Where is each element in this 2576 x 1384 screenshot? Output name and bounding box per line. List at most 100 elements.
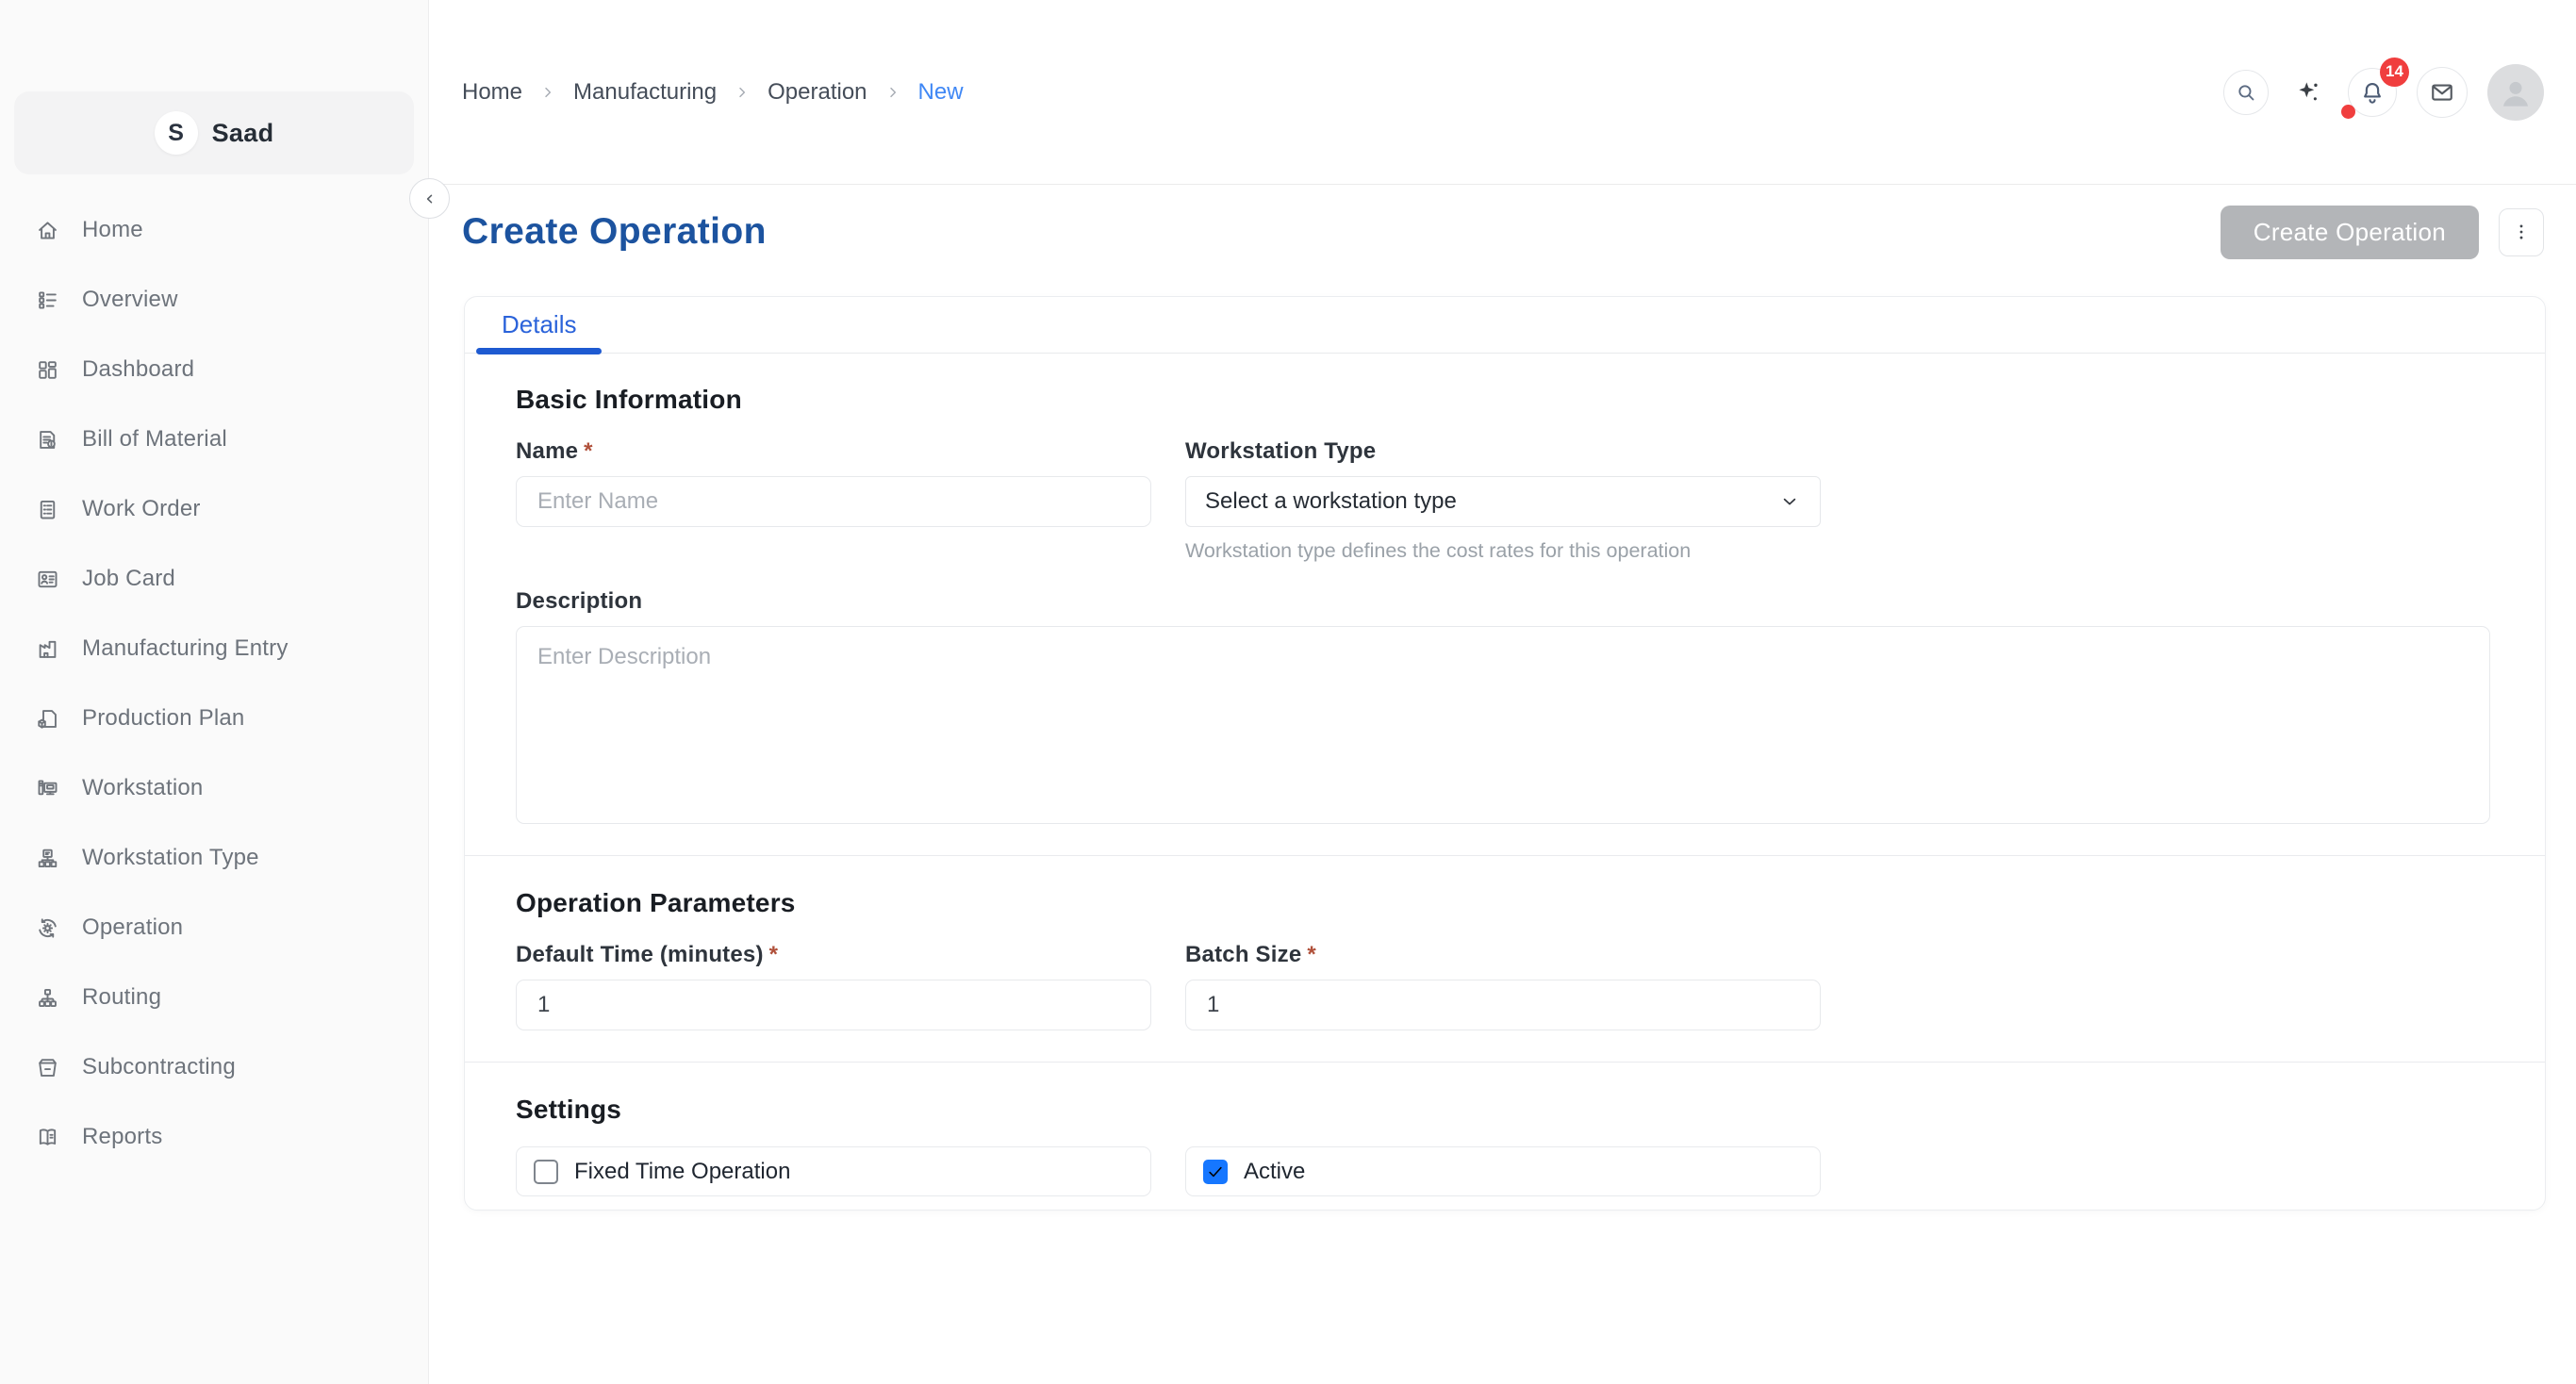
search-button[interactable] [2223,70,2269,115]
default-time-input[interactable] [516,980,1151,1030]
operation-parameters-heading: Operation Parameters [516,856,2488,918]
chevron-right-icon [538,83,557,102]
active-checkbox[interactable]: Active [1185,1146,1821,1196]
page-title: Create Operation [462,211,767,253]
details-card: Details Basic Information Name* Workstat… [464,296,2546,1211]
mail-icon [2428,78,2456,107]
page-header: Create Operation Create Operation [462,202,2544,262]
sidebar-item-bill-of-material[interactable]: Bill of Material [0,404,429,474]
topbar: Home Manufacturing Operation New 14 [429,0,2576,185]
sidebar-item-workstation[interactable]: Workstation [0,753,429,823]
sidebar-item-label: Bill of Material [82,426,227,453]
sidebar-item-work-order[interactable]: Work Order [0,474,429,544]
sidebar-item-label: Overview [82,287,178,313]
active-label: Active [1244,1159,1305,1185]
description-textarea[interactable] [516,626,2490,824]
description-field: Description [516,588,2490,824]
sidebar-item-job-card[interactable]: Job Card [0,544,429,614]
batch-size-field: Batch Size* [1185,942,1821,1030]
bell-icon [2358,78,2386,107]
default-time-label: Default Time (minutes)* [516,942,1151,968]
dashboard-icon [35,357,60,383]
sidebar-item-workstation-type[interactable]: Workstation Type [0,823,429,893]
sidebar-item-label: Operation [82,914,183,941]
name-input[interactable] [516,476,1151,527]
more-options-button[interactable] [2499,208,2544,256]
basic-information-row: Name* Workstation Type Select a workstat… [516,438,2488,563]
breadcrumb-operation[interactable]: Operation [768,79,867,106]
sidebar-item-manufacturing-entry[interactable]: Manufacturing Entry [0,614,429,684]
workstation-type-help-text: Workstation type defines the cost rates … [1185,539,1821,563]
breadcrumb-manufacturing[interactable]: Manufacturing [573,79,717,106]
job-card-icon [35,567,60,592]
user-avatar[interactable] [2487,64,2544,121]
sidebar-item-production-plan[interactable]: Production Plan [0,684,429,753]
messages-button[interactable] [2417,67,2468,118]
sparkles-icon [2292,76,2324,108]
tab-details[interactable]: Details [476,297,602,353]
settings-heading: Settings [516,1063,2488,1125]
workstation-type-icon [35,846,60,871]
notification-count-badge: 14 [2380,58,2409,87]
sidebar-item-overview[interactable]: Overview [0,265,429,335]
required-marker: * [769,942,779,967]
operation-icon [35,915,60,941]
sidebar-item-label: Dashboard [82,356,194,383]
ai-assistant-button[interactable] [2288,73,2328,112]
form-body: Basic Information Name* Workstation Type… [465,354,2545,1228]
chevron-right-icon [883,83,902,102]
sidebar-item-reports[interactable]: Reports [0,1102,429,1172]
name-field: Name* [516,438,1151,563]
check-icon [1205,1162,1226,1182]
workstation-type-field: Workstation Type Select a workstation ty… [1185,438,1821,563]
brand-avatar: S [155,111,198,155]
page-header-actions: Create Operation [2221,206,2544,259]
workstation-icon [35,776,60,801]
required-marker: * [1307,942,1316,967]
brand[interactable]: S Saad [14,91,414,174]
sidebar-item-label: Home [82,217,143,243]
fixed-time-operation-label: Fixed Time Operation [574,1159,790,1185]
routing-icon [35,985,60,1011]
checkbox-unchecked[interactable] [534,1160,558,1184]
fixed-time-operation-checkbox[interactable]: Fixed Time Operation [516,1146,1151,1196]
notifications-button[interactable]: 14 [2348,68,2397,117]
person-icon [2494,71,2537,114]
subcontracting-icon [35,1055,60,1080]
workstation-type-label: Workstation Type [1185,438,1821,465]
breadcrumb-home[interactable]: Home [462,79,522,106]
sidebar-item-subcontracting[interactable]: Subcontracting [0,1032,429,1102]
chevron-down-icon [1778,490,1801,513]
overview-icon [35,288,60,313]
create-operation-button[interactable]: Create Operation [2221,206,2479,259]
workstation-type-selected-value: Select a workstation type [1205,488,1457,515]
chevron-right-icon [733,83,751,102]
name-label: Name* [516,438,1151,465]
sidebar-collapse-button[interactable] [409,178,450,219]
manufacturing-entry-icon [35,636,60,662]
reports-icon [35,1125,60,1150]
sidebar-item-label: Manufacturing Entry [82,635,289,662]
description-row: Description [516,588,2488,824]
sidebar-item-routing[interactable]: Routing [0,963,429,1032]
sidebar-item-label: Routing [82,984,161,1011]
app-window: S Saad Home Overview Dashboard Bill of M… [0,0,2576,1384]
production-plan-icon [35,706,60,732]
workstation-type-select[interactable]: Select a workstation type [1185,476,1821,527]
checkbox-checked[interactable] [1203,1160,1228,1184]
brand-name: Saad [212,119,274,148]
sidebar-item-dashboard[interactable]: Dashboard [0,335,429,404]
batch-size-input[interactable] [1185,980,1821,1030]
sidebar-item-operation[interactable]: Operation [0,893,429,963]
chevron-left-icon [420,189,440,209]
breadcrumb: Home Manufacturing Operation New [462,79,964,106]
notification-dot [2341,105,2355,119]
active-tab-indicator [476,348,602,354]
description-label: Description [516,588,2490,615]
sidebar-item-label: Job Card [82,566,175,592]
sidebar-item-home[interactable]: Home [0,195,429,265]
breadcrumb-current: New [918,79,964,106]
home-icon [35,218,60,243]
required-marker: * [584,438,593,464]
sidebar-nav: Home Overview Dashboard Bill of Material… [0,195,429,1172]
